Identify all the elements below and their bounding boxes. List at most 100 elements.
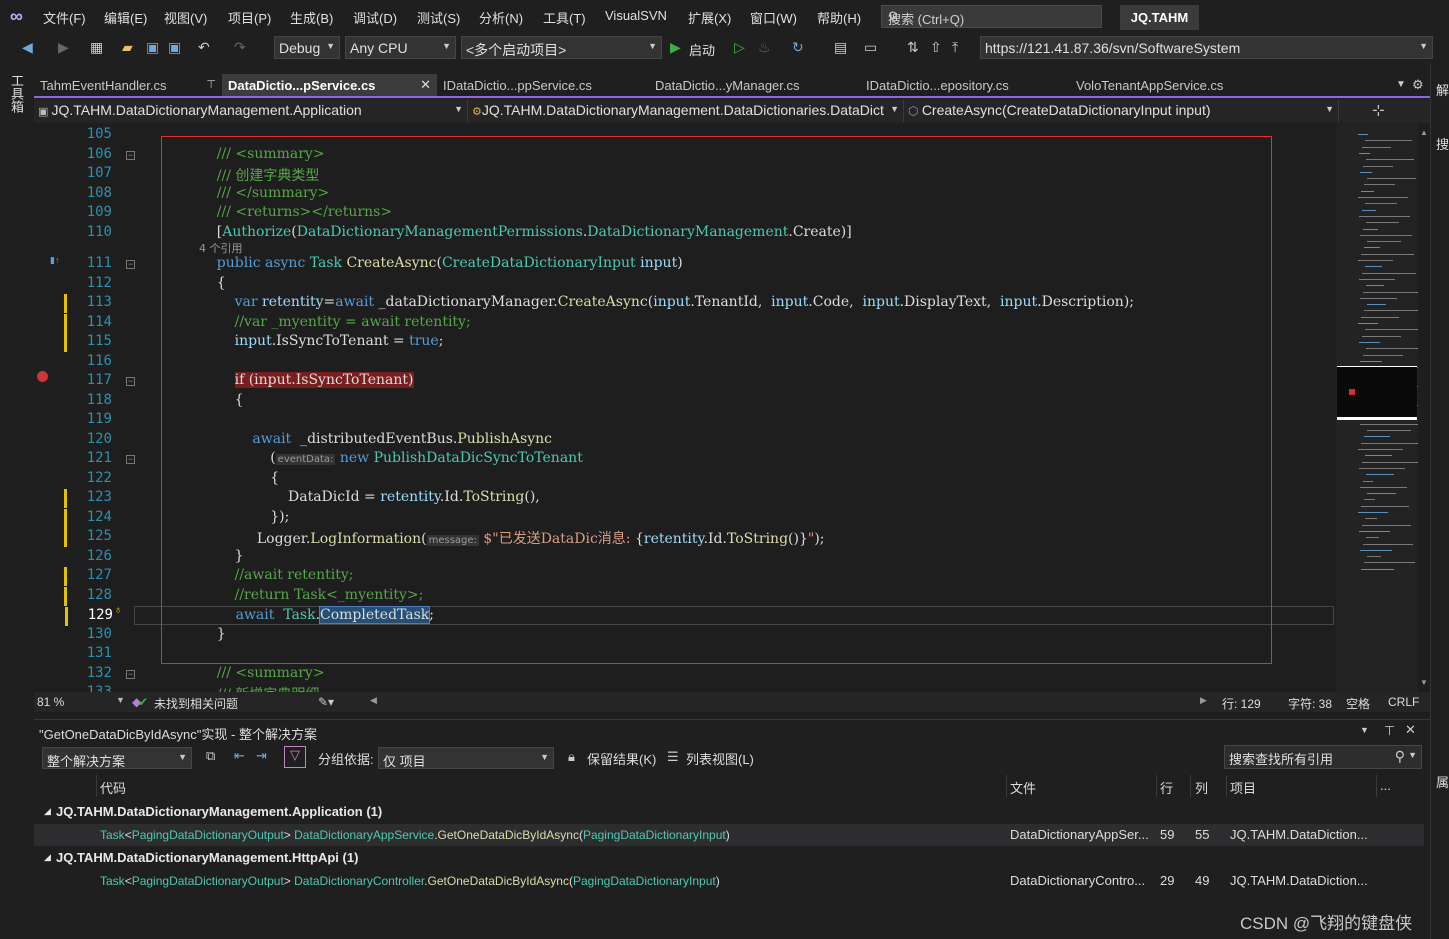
- expand-icon[interactable]: ◢: [44, 806, 51, 817]
- class-dropdown[interactable]: ⚙JQ.TAHM.DataDictionaryManagement.DataDi…: [468, 100, 904, 122]
- keep-results-button[interactable]: 保留结果(K): [587, 749, 656, 768]
- start-without-debug-icon[interactable]: ▷: [734, 39, 745, 56]
- menu-item-9[interactable]: VisualSVN: [605, 8, 667, 23]
- svn-update-icon[interactable]: ⇅: [907, 39, 919, 56]
- split-editor-icon[interactable]: ⊹: [1372, 101, 1385, 119]
- panel-menu-icon[interactable]: ▼: [1360, 725, 1369, 735]
- col-project[interactable]: 项目: [1230, 778, 1256, 797]
- restart-icon[interactable]: ↻: [792, 39, 804, 56]
- menu-item-2[interactable]: 视图(V): [164, 8, 207, 27]
- cursor-col[interactable]: 字符: 38: [1288, 695, 1332, 712]
- vs-logo-icon[interactable]: ∞: [10, 6, 32, 26]
- svn-commit-icon[interactable]: ⇧: [930, 39, 942, 56]
- menu-item-3[interactable]: 项目(P): [228, 8, 271, 27]
- tab-overflow-icon[interactable]: ▼: [1396, 79, 1406, 90]
- global-search-input[interactable]: 搜索 (Ctrl+Q) ⚲: [881, 5, 1102, 28]
- redo-icon[interactable]: ↷: [234, 39, 246, 56]
- solution-explorer-icon[interactable]: ▤: [834, 39, 847, 56]
- prev-result-icon[interactable]: ⇤: [234, 748, 245, 764]
- close-icon[interactable]: ✕: [420, 77, 431, 93]
- implementation-marker-icon[interactable]: ▮↑: [50, 255, 59, 266]
- hot-reload-icon[interactable]: ♨: [758, 39, 771, 56]
- menu-item-5[interactable]: 调试(D): [353, 8, 397, 27]
- member-dropdown[interactable]: ⬡ CreateAsync(CreateDataDictionaryInput …: [904, 100, 1339, 122]
- cursor-line[interactable]: 行: 129: [1222, 695, 1261, 712]
- startup-project-dropdown[interactable]: <多个启动项目> ▼: [461, 36, 662, 59]
- open-file-icon[interactable]: ▰: [122, 39, 133, 56]
- profile-badge[interactable]: JQ.TAHM: [1120, 5, 1199, 30]
- undo-icon[interactable]: ↶: [198, 39, 210, 56]
- config-dropdown[interactable]: Debug ▼: [274, 36, 340, 59]
- save-all-icon[interactable]: ▣: [168, 39, 181, 56]
- scope-dropdown[interactable]: 整个解决方案 ▼: [42, 747, 192, 769]
- copy-icon[interactable]: ⧉: [206, 748, 215, 764]
- scroll-right-icon[interactable]: ▶: [1200, 695, 1207, 706]
- lightbulb-icon[interactable]: ♁: [114, 604, 122, 616]
- menu-item-1[interactable]: 编辑(E): [104, 8, 147, 27]
- expand-icon[interactable]: ◢: [44, 852, 51, 863]
- svn-upload-icon[interactable]: ⤒: [952, 39, 958, 56]
- svn-url-dropdown[interactable]: https://121.41.87.36/svn/SoftwareSystem ▼: [980, 36, 1433, 59]
- menu-item-8[interactable]: 工具(T): [543, 8, 586, 27]
- start-button-label[interactable]: 启动: [689, 40, 715, 59]
- tab-data-dictionary-app-service[interactable]: DataDictio...pService.cs ✕: [222, 74, 437, 96]
- vertical-scrollbar[interactable]: ▲ ▼: [1418, 124, 1430, 692]
- scroll-up-icon[interactable]: ▲: [1420, 128, 1428, 137]
- save-icon[interactable]: ▣: [146, 39, 159, 56]
- zoom-dropdown-icon[interactable]: ▼: [116, 695, 125, 705]
- issues-status[interactable]: 未找到相关问题: [154, 695, 238, 712]
- platform-dropdown[interactable]: Any CPU ▼: [345, 36, 456, 59]
- col-col[interactable]: 列: [1195, 778, 1208, 797]
- gear-icon[interactable]: ⚙: [1412, 77, 1424, 93]
- layout-icon[interactable]: ▭: [864, 39, 877, 56]
- code-line[interactable]: 132 − /// <summary>: [34, 665, 1336, 684]
- tab-volo-tenant-app-service[interactable]: VoloTenantAppService.cs: [1070, 74, 1282, 96]
- group-by-dropdown[interactable]: 仅 项目 ▼: [378, 747, 554, 769]
- tab-data-dictionary-manager[interactable]: DataDictio...yManager.cs: [649, 74, 860, 96]
- indent-mode[interactable]: 空格: [1346, 695, 1370, 712]
- zoom-level[interactable]: 81 %: [37, 695, 64, 709]
- menu-item-0[interactable]: 文件(F): [43, 8, 86, 27]
- forward-icon[interactable]: ▶: [58, 39, 69, 56]
- properties-tab[interactable]: 属: [1436, 772, 1449, 791]
- col-more[interactable]: ...: [1380, 778, 1391, 793]
- tab-tahm-event-handler[interactable]: TahmEventHandler.cs ⊤: [34, 74, 222, 96]
- table-row[interactable]: Task<PagingDataDictionaryOutput> DataDic…: [34, 824, 1424, 846]
- menu-item-6[interactable]: 测试(S): [417, 8, 460, 27]
- tab-idata-dictionary-app-service[interactable]: IDataDictio...ppService.cs: [437, 74, 649, 96]
- pin-icon[interactable]: ⊤: [206, 78, 216, 91]
- breakpoint-icon[interactable]: [37, 371, 48, 382]
- fold-toggle-icon[interactable]: −: [126, 455, 135, 464]
- col-line[interactable]: 行: [1160, 778, 1173, 797]
- code-line[interactable]: 133 /// 新增字典明细: [34, 684, 1336, 692]
- menu-item-11[interactable]: 窗口(W): [750, 8, 797, 27]
- brush-icon[interactable]: ✎▾: [318, 695, 334, 709]
- col-code[interactable]: 代码: [100, 778, 126, 797]
- close-icon[interactable]: ✕: [1405, 722, 1416, 738]
- col-file[interactable]: 文件: [1010, 778, 1036, 797]
- pin-icon[interactable]: ⊤: [1384, 723, 1395, 739]
- fold-toggle-icon[interactable]: −: [126, 377, 135, 386]
- fold-toggle-icon[interactable]: −: [126, 150, 135, 160]
- minimap-viewport[interactable]: [1337, 366, 1417, 420]
- search-tab[interactable]: 搜: [1436, 134, 1449, 153]
- fold-toggle-icon[interactable]: −: [126, 260, 135, 269]
- project-dropdown[interactable]: ▣ JQ.TAHM.DataDictionaryManagement.Appli…: [34, 100, 468, 122]
- menu-item-4[interactable]: 生成(B): [290, 8, 333, 27]
- scroll-left-icon[interactable]: ◀: [370, 695, 377, 706]
- line-ending[interactable]: CRLF: [1388, 695, 1419, 709]
- next-result-icon[interactable]: ⇥: [256, 748, 267, 764]
- back-icon[interactable]: ◀: [22, 39, 33, 56]
- menu-item-12[interactable]: 帮助(H): [817, 8, 861, 27]
- menu-item-10[interactable]: 扩展(X): [688, 8, 731, 27]
- new-project-icon[interactable]: ▦: [90, 39, 103, 56]
- search-references-input[interactable]: 搜索查找所有引用 ⚲ ▼: [1224, 745, 1422, 769]
- table-row[interactable]: Task<PagingDataDictionaryOutput> DataDic…: [34, 870, 1424, 892]
- menu-item-7[interactable]: 分析(N): [479, 8, 523, 27]
- list-view-button[interactable]: 列表视图(L): [686, 749, 754, 768]
- tab-idata-dictionary-repository[interactable]: IDataDictio...epository.cs: [860, 74, 1070, 96]
- filter-icon[interactable]: ▽: [284, 746, 306, 768]
- start-icon[interactable]: ▶: [670, 39, 681, 56]
- fold-toggle-icon[interactable]: −: [126, 669, 135, 679]
- toolbox-tab[interactable]: 工具箱: [8, 74, 26, 113]
